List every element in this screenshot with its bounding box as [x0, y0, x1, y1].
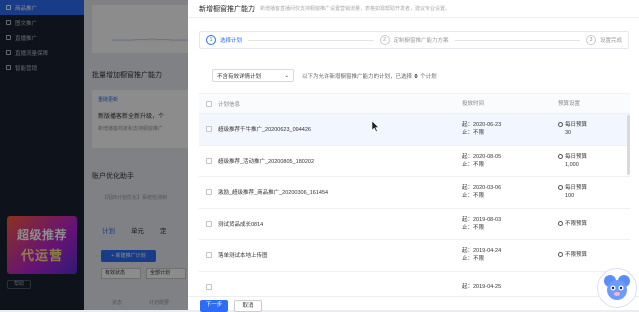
end-date: 止：不限	[462, 161, 485, 168]
table-row[interactable]: 激励_超级推荐_商品推广_20200306_161454 起：2020-03-06…	[199, 177, 630, 209]
drawer-header: 新增橱窗推广能力 新增播客直播间仅支持橱窗推广设置营销流量，表格如需帮助开发者，…	[188, 0, 639, 18]
start-date: 起：2020-03-06	[462, 185, 502, 192]
plan-dates: 起：2019-08-03 止：不限	[462, 216, 558, 232]
end-date: 止：不限	[462, 130, 485, 137]
step-label: 选择计划	[220, 38, 243, 44]
budget-value: 30	[565, 130, 572, 137]
table-row[interactable]: 落单测试本地上传图 起：2019-04-24 止：不限 不限预算	[199, 240, 630, 272]
drawer-subtitle: 新增播客直播间仅支持橱窗推广设置营销流量，表格如需帮助开发者，建议专业设置。	[260, 6, 451, 12]
budget-type: 不限预算	[565, 220, 588, 227]
step-number: 1	[206, 35, 216, 45]
plan-dates: 起：2020-08-05 止：不限	[462, 153, 558, 169]
table-body: 超级推荐千牛推广_20200623_094426 起：2020-06-23 止：不限…	[199, 114, 630, 290]
plan-budget: 不限预算	[558, 220, 624, 228]
plan-dates: 起：2019-04-25	[462, 283, 558, 290]
plan-budget: 不限预算	[558, 251, 624, 259]
drawer-title: 新增橱窗推广能力	[199, 5, 255, 13]
step-connector	[454, 39, 580, 41]
stepper: 1 选择计划 2 定制橱窗推广能力方案 3 设置完成	[199, 31, 629, 49]
table-row[interactable]: 超级推荐_活动推广_20200805_180202 起：2020-08-05 止：不…	[199, 146, 630, 177]
plan-dates: 起：2019-04-24 止：不限	[462, 247, 558, 263]
table-row[interactable]: 起：2019-04-25	[199, 272, 630, 291]
step-label: 设置完成	[600, 38, 623, 44]
header-budget: 预算设置	[558, 100, 581, 107]
scrollbar[interactable]	[627, 115, 630, 175]
clock-icon	[558, 153, 563, 159]
chevron-down-icon: ⌄	[284, 72, 289, 79]
end-date: 止：不限	[462, 193, 485, 200]
budget-type: 每日预算	[565, 185, 588, 192]
budget-value: 100	[565, 193, 575, 200]
step-number: 2	[379, 35, 390, 45]
row-checkbox[interactable]	[205, 189, 212, 196]
step-label: 定制橱窗推广能力方案	[393, 38, 449, 44]
assistant-mascot[interactable]	[597, 268, 637, 308]
cancel-button[interactable]: 取消	[234, 300, 262, 312]
drawer-footer: 下一步 取消	[188, 296, 639, 312]
plan-name: 超级推荐千牛推广_20200623_094426	[218, 127, 311, 134]
start-date: 起：2020-08-05	[462, 153, 502, 160]
table-row[interactable]: 测试货品成长0814 起：2019-08-03 止：不限 不限预算	[199, 209, 630, 240]
clock-icon	[558, 252, 563, 258]
plan-name: 超级推荐_活动推广_20200805_180202	[218, 158, 315, 165]
plan-dates: 起：2020-06-23 止：不限	[462, 121, 558, 137]
table-header: 计划信息 投放时间 预算设置	[199, 94, 630, 114]
budget-value: 1,000	[565, 161, 579, 168]
header-plan-info: 计划信息	[218, 101, 241, 108]
plan-budget: 每日预算 30	[558, 121, 624, 137]
clock-icon	[558, 220, 563, 226]
plan-budget: 每日预算 100	[558, 184, 624, 200]
plan-table: 计划信息 投放时间 预算设置 超级推荐千牛推广_20200623_094426 起…	[199, 93, 630, 290]
filter-row: 不含有效详情计划 ⌄ 以下为允许新增橱窗推广能力的计划，已选择 0 个计划	[212, 69, 437, 82]
step-3: 3 设置完成	[586, 35, 622, 45]
end-date: 止：不限	[462, 256, 485, 263]
row-checkbox[interactable]	[205, 283, 212, 290]
plan-type-select[interactable]: 不含有效详情计划 ⌄	[212, 69, 294, 82]
budget-type: 每日预算	[565, 122, 588, 129]
plan-name: 激励_超级推荐_商品推广_20200306_161454	[218, 190, 329, 197]
row-checkbox[interactable]	[205, 252, 212, 259]
budget-type: 每日预算	[565, 153, 588, 160]
row-checkbox[interactable]	[205, 157, 212, 164]
plan-name: 落单测试本地上传图	[218, 253, 268, 260]
step-1: 1 选择计划	[206, 35, 242, 45]
budget-type: 不限预算	[565, 252, 588, 259]
select-all-checkbox[interactable]	[205, 100, 212, 107]
start-date: 起：2019-04-25	[462, 283, 502, 290]
select-value: 不含有效详情计划	[217, 73, 262, 80]
mouse-mascot-icon	[604, 275, 630, 300]
clock-icon	[558, 122, 563, 128]
step-connector	[248, 39, 374, 41]
plan-dates: 起：2020-03-06 止：不限	[462, 184, 558, 200]
selected-count: 0	[414, 73, 418, 80]
step-number: 3	[586, 35, 596, 45]
selection-hint: 以下为允许新增橱窗推广能力的计划，已选择 0 个计划	[302, 73, 437, 80]
mouse-cursor-icon	[372, 121, 380, 132]
plan-name: 测试货品成长0814	[218, 221, 264, 228]
next-button[interactable]: 下一步	[200, 300, 228, 312]
clock-icon	[558, 185, 563, 191]
plan-budget: 每日预算 1,000	[558, 153, 624, 169]
start-date: 起：2019-04-24	[462, 248, 502, 255]
table-row[interactable]: 超级推荐千牛推广_20200623_094426 起：2020-06-23 止：不限…	[199, 114, 630, 146]
header-date: 投放时间	[462, 100, 485, 107]
end-date: 止：不限	[462, 224, 485, 231]
start-date: 起：2020-06-23	[462, 122, 502, 129]
step-2: 2 定制橱窗推广能力方案	[379, 35, 449, 45]
start-date: 起：2019-08-03	[462, 216, 502, 223]
row-checkbox[interactable]	[205, 220, 212, 227]
row-checkbox[interactable]	[205, 126, 212, 133]
